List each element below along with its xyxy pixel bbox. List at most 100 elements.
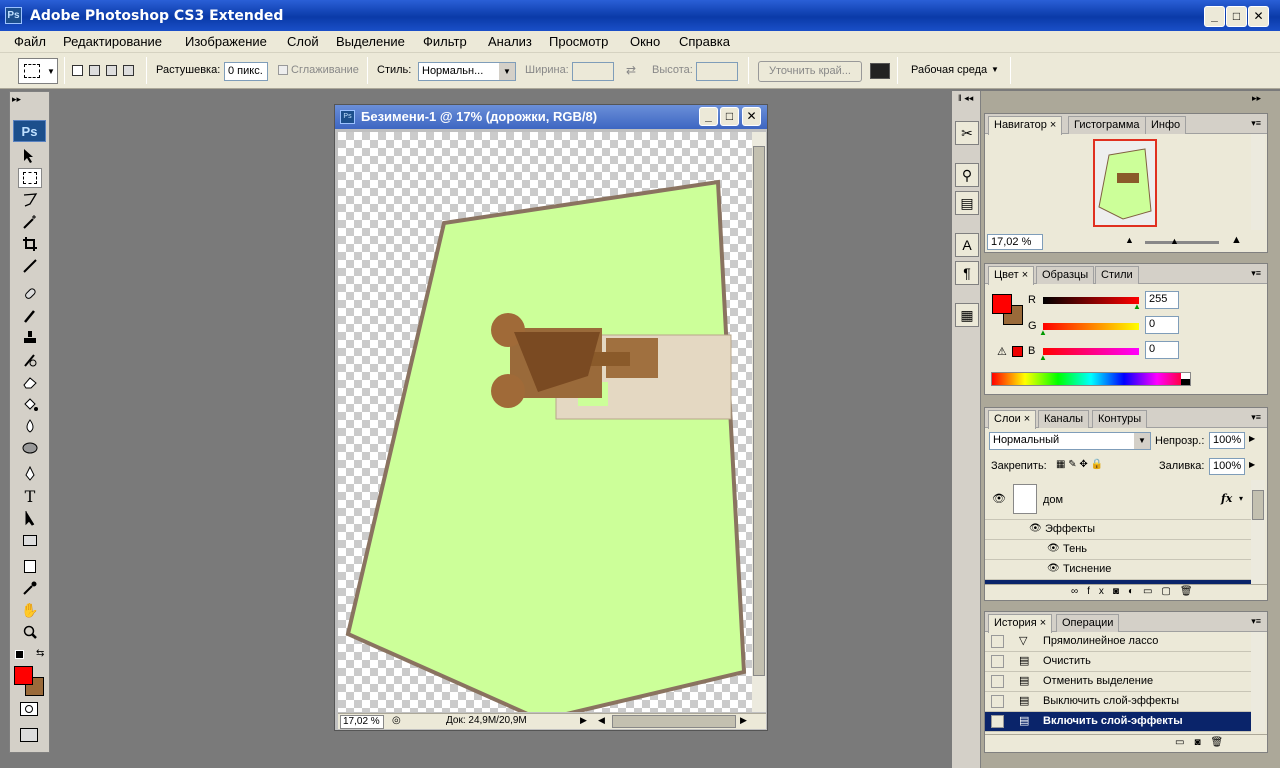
history-item[interactable]: ▤ Очистить: [985, 652, 1251, 672]
panel-menu-icon[interactable]: ▾≡: [1251, 118, 1261, 129]
tab-paths[interactable]: Контуры: [1092, 410, 1148, 428]
hscroll-right-icon[interactable]: ▶: [740, 715, 747, 726]
expand-triangle-icon[interactable]: ▾: [1239, 494, 1243, 503]
channel-b-slider[interactable]: [1043, 348, 1139, 355]
fill-arrow-icon[interactable]: ▶: [1249, 460, 1255, 469]
default-colors-icon[interactable]: [15, 650, 24, 659]
subtract-selection-icon[interactable]: [106, 65, 117, 76]
path-selection-icon[interactable]: [18, 508, 42, 528]
antialias-checkbox[interactable]: [278, 65, 288, 75]
navigator-zoom-slider[interactable]: [1145, 241, 1219, 244]
channel-r-value[interactable]: 255: [1145, 291, 1179, 309]
tab-swatches[interactable]: Образцы: [1036, 266, 1095, 284]
eye-icon[interactable]: 👁: [1029, 523, 1042, 534]
foreground-color-swatch[interactable]: [14, 666, 33, 685]
slider-handle-icon[interactable]: ▲: [1170, 236, 1179, 246]
marquee-tool-icon[interactable]: [18, 168, 42, 188]
document-zoom[interactable]: 17,02 %: [340, 715, 384, 729]
blur-tool-icon[interactable]: [18, 416, 42, 436]
menu-image[interactable]: Изображение: [185, 34, 267, 49]
refine-edge-button[interactable]: Уточнить край...: [758, 61, 862, 82]
tab-navigator[interactable]: Навигатор ×: [988, 116, 1063, 135]
channel-g-slider[interactable]: [1043, 323, 1139, 330]
height-input[interactable]: [696, 62, 738, 81]
expand-panels-icon[interactable]: ▸▸: [1252, 93, 1261, 104]
doc-minimize-button[interactable]: _: [699, 107, 718, 126]
layer-action-icons[interactable]: ∞fx◙◐▭▢🗑: [1071, 586, 1202, 597]
menu-edit[interactable]: Редактирование: [63, 34, 162, 49]
channel-b-value[interactable]: 0: [1145, 341, 1179, 359]
tab-styles[interactable]: Стили: [1095, 266, 1139, 284]
tool-presets-icon[interactable]: ✂: [955, 121, 979, 145]
zoom-tool-icon[interactable]: [18, 622, 42, 642]
history-item[interactable]: ▤ Отменить выделение: [985, 672, 1251, 692]
effect-row-shadow[interactable]: 👁 Тень: [985, 540, 1251, 560]
image-canvas[interactable]: [338, 132, 752, 712]
move-tool-icon[interactable]: [18, 146, 42, 166]
history-snapshot-checkbox[interactable]: [991, 675, 1004, 688]
gamut-color-swatch[interactable]: [1012, 346, 1023, 357]
menu-file[interactable]: Файл: [14, 34, 46, 49]
slice-tool-icon[interactable]: [18, 256, 42, 276]
dodge-tool-icon[interactable]: [18, 438, 42, 458]
fill-input[interactable]: 100%: [1209, 458, 1245, 475]
workspace-menu[interactable]: Рабочая среда: [911, 64, 987, 76]
scroll-thumb[interactable]: [753, 146, 765, 676]
crop-tool-icon[interactable]: [18, 234, 42, 254]
layer-comps-icon[interactable]: ▦: [955, 303, 979, 327]
tab-histogram[interactable]: Гистограмма: [1068, 116, 1146, 134]
blend-mode-select[interactable]: Нормальный ▼: [989, 432, 1151, 450]
tool-preset-picker[interactable]: ▼: [18, 58, 58, 84]
tab-channels[interactable]: Каналы: [1038, 410, 1090, 428]
history-item[interactable]: ▤ Выключить слой-эффекты: [985, 692, 1251, 712]
slider-handle-icon[interactable]: ▲: [1133, 302, 1141, 311]
channel-r-slider[interactable]: [1043, 297, 1139, 304]
history-snapshot-checkbox[interactable]: [991, 655, 1004, 668]
close-button[interactable]: ✕: [1248, 6, 1269, 27]
minimize-button[interactable]: _: [1204, 6, 1225, 27]
tab-info[interactable]: Инфо: [1145, 116, 1187, 134]
eye-icon[interactable]: 👁: [1047, 563, 1060, 574]
history-item[interactable]: ▽ Прямолинейное лассо: [985, 632, 1251, 652]
hand-tool-icon[interactable]: ✋: [18, 600, 42, 620]
style-select[interactable]: Нормальн... ▼: [418, 62, 516, 81]
collapse-icon[interactable]: ‖ ◂◂: [958, 93, 973, 104]
status-menu-arrow-icon[interactable]: ▶: [580, 715, 587, 726]
history-item[interactable]: ▤ Включить слой-эффекты: [985, 712, 1251, 732]
horizontal-scrollbar[interactable]: [612, 715, 736, 728]
feather-input[interactable]: 0 пикс.: [224, 62, 268, 81]
history-snapshot-checkbox[interactable]: [991, 635, 1004, 648]
eyedropper-icon[interactable]: [18, 578, 42, 598]
menu-view[interactable]: Просмотр: [549, 34, 608, 49]
paint-bucket-icon[interactable]: [18, 394, 42, 414]
notes-tool-icon[interactable]: [18, 556, 42, 576]
color-fg-swatch[interactable]: [992, 294, 1012, 314]
navigator-zoom-input[interactable]: 17,02 %: [987, 234, 1043, 250]
menu-layer[interactable]: Слой: [287, 34, 319, 49]
layer-row-house[interactable]: 👁 дом fx ▾: [985, 480, 1251, 520]
doc-maximize-button[interactable]: □: [720, 107, 739, 126]
magic-wand-icon[interactable]: [18, 212, 42, 232]
channel-g-value[interactable]: 0: [1145, 316, 1179, 334]
eraser-tool-icon[interactable]: [18, 372, 42, 392]
collapse-icon[interactable]: ▸▸: [12, 94, 21, 105]
panel-menu-icon[interactable]: ▾≡: [1251, 268, 1261, 279]
eye-icon[interactable]: 👁: [1047, 543, 1060, 554]
healing-brush-icon[interactable]: [18, 284, 42, 304]
clone-source-icon[interactable]: ▤: [955, 191, 979, 215]
history-snapshot-checkbox[interactable]: [991, 715, 1004, 728]
history-snapshot-checkbox[interactable]: [991, 695, 1004, 708]
panel-scrollbar[interactable]: [1251, 134, 1265, 230]
swap-icon[interactable]: ⇄: [626, 63, 636, 77]
bridge-icon[interactable]: [870, 63, 890, 79]
pen-tool-icon[interactable]: [18, 464, 42, 484]
status-info-icon[interactable]: ◎: [392, 715, 401, 726]
zoom-in-icon[interactable]: ▲: [1231, 234, 1242, 246]
navigator-thumbnail[interactable]: [1093, 139, 1157, 227]
intersect-selection-icon[interactable]: [123, 65, 134, 76]
tab-history[interactable]: История ×: [988, 614, 1053, 633]
quick-mask-icon[interactable]: [20, 702, 38, 716]
panel-menu-icon[interactable]: ▾≡: [1251, 616, 1261, 627]
history-scrollbar[interactable]: [1251, 632, 1265, 732]
screen-mode-icon[interactable]: [20, 728, 38, 742]
